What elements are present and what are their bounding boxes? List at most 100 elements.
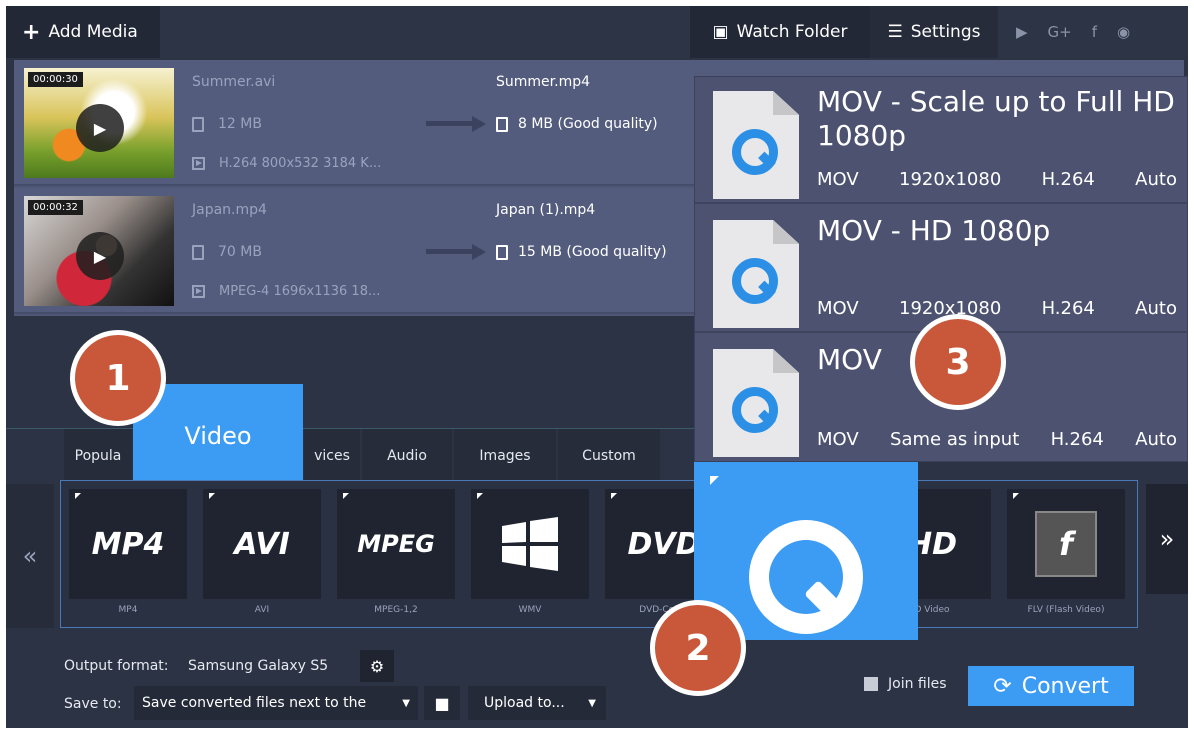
preset-spec: H.264: [1041, 298, 1095, 319]
corner-mark: [477, 493, 483, 499]
preset-spec: 1920x1080: [899, 169, 1002, 190]
file-name: Summer.avi: [192, 74, 276, 90]
format-mp4[interactable]: MP4: [69, 489, 187, 599]
play-icon[interactable]: ▶: [76, 232, 124, 280]
tab-audio[interactable]: Audio: [362, 429, 454, 483]
file-codec: H.264 800x532 3184 K...: [192, 156, 381, 171]
google-plus-icon[interactable]: G+: [1048, 23, 1072, 41]
upload-to-label: Upload to...: [484, 695, 565, 711]
watch-folder-label: Watch Folder: [736, 22, 848, 42]
watch-folder-button[interactable]: ▣ Watch Folder: [690, 6, 870, 58]
quicktime-icon: [732, 129, 778, 175]
tab-devices[interactable]: vices: [304, 429, 362, 483]
chevron-down-icon: ▼: [402, 697, 410, 709]
gear-icon[interactable]: ⚙: [360, 650, 394, 682]
settings-button[interactable]: ☰ Settings: [870, 6, 998, 58]
refresh-icon: ⟳: [993, 673, 1012, 699]
preset-spec: MOV: [817, 298, 859, 319]
format-label: MPEG-1,2: [374, 605, 418, 615]
corner-mark: [1013, 493, 1019, 499]
tab-devices-label: vices: [314, 448, 350, 464]
add-media-button[interactable]: + Add Media: [6, 6, 160, 58]
preset-spec: Same as input: [890, 429, 1020, 450]
corner-mark: [209, 493, 215, 499]
preset-spec: Auto: [1135, 298, 1177, 319]
top-toolbar: + Add Media ▣ Watch Folder ☰ Settings ▶ …: [6, 6, 1188, 58]
tab-images-label: Images: [479, 448, 531, 464]
facebook-icon[interactable]: f: [1092, 23, 1097, 41]
step-marker-1: 1: [70, 330, 166, 426]
play-icon[interactable]: ▶: [76, 104, 124, 152]
preset-item[interactable]: MOV - HD 1080p MOV 1920x1080 H.264 Auto: [695, 206, 1188, 333]
file-codec-value: H.264 800x532 3184 K...: [219, 156, 382, 171]
file-size: 12 MB: [192, 116, 262, 132]
file-size-value: 70 MB: [218, 244, 262, 260]
step-marker-2: 2: [650, 600, 746, 696]
youtube-icon[interactable]: ▶: [1016, 23, 1028, 41]
file-icon: [496, 116, 508, 132]
preset-specs: MOV Same as input H.264 Auto: [817, 429, 1177, 450]
join-files[interactable]: Join files: [864, 676, 947, 692]
video-thumbnail[interactable]: 00:00:30 ▶: [24, 68, 174, 178]
file-icon: [192, 116, 204, 132]
prev-formats-button[interactable]: «: [6, 484, 54, 628]
quicktime-icon: [732, 387, 778, 433]
preset-spec: MOV: [817, 169, 859, 190]
menu-icon: ☰: [887, 22, 903, 42]
format-label: AVI: [254, 605, 270, 615]
file-size: 70 MB: [192, 244, 262, 260]
save-location-value: Save converted files next to the: [142, 695, 367, 711]
format-logo: MPEG: [357, 530, 435, 558]
corner-mark: [343, 493, 349, 499]
film-icon: [192, 157, 205, 170]
file-icon: [192, 244, 204, 260]
output-size-value: 8 MB (Good quality): [518, 116, 658, 132]
settings-label: Settings: [910, 22, 981, 42]
video-thumbnail[interactable]: 00:00:32 ▶: [24, 196, 174, 306]
preset-spec: H.264: [1050, 429, 1104, 450]
format-label: FLV (Flash Video): [1027, 605, 1105, 615]
upload-to-select[interactable]: Upload to... ▼: [468, 686, 606, 720]
preset-spec: H.264: [1041, 169, 1095, 190]
corner-mark: [611, 493, 617, 499]
format-wmv[interactable]: [471, 489, 589, 599]
file-icon: [496, 244, 508, 260]
save-location-select[interactable]: Save converted files next to the ▼: [134, 686, 418, 720]
output-format-value[interactable]: Samsung Galaxy S5: [188, 658, 328, 674]
tab-popular[interactable]: Popula: [64, 429, 134, 483]
file-name: Japan.mp4: [192, 202, 267, 218]
file-size-value: 12 MB: [218, 116, 262, 132]
corner-mark: [75, 493, 81, 499]
join-files-checkbox[interactable]: [864, 677, 878, 691]
arrow-icon: [426, 244, 486, 260]
tab-popular-label: Popula: [74, 448, 122, 464]
output-size-value: 15 MB (Good quality): [518, 244, 667, 260]
format-avi[interactable]: AVI: [203, 489, 321, 599]
preset-item[interactable]: MOV - Scale up to Full HD 1080p MOV 1920…: [695, 77, 1188, 204]
join-files-label: Join files: [888, 676, 947, 692]
preset-spec: Auto: [1135, 429, 1177, 450]
camera-icon: ▣: [712, 22, 729, 42]
plus-icon: +: [22, 19, 41, 45]
folder-icon[interactable]: ■: [424, 686, 460, 720]
tab-custom[interactable]: Custom: [558, 429, 662, 483]
format-label: MP4: [118, 605, 138, 615]
corner-mark: [710, 476, 719, 485]
preset-specs: MOV 1920x1080 H.264 Auto: [817, 169, 1177, 190]
film-icon: [192, 285, 205, 298]
file-codec: MPEG-4 1696x1136 18...: [192, 284, 380, 299]
convert-label: Convert: [1021, 673, 1109, 699]
arrow-icon: [426, 116, 486, 132]
next-formats-button[interactable]: »: [1146, 484, 1188, 594]
output-name: Summer.mp4: [496, 74, 591, 90]
preset-spec: Auto: [1135, 169, 1177, 190]
output-format-label: Output format:: [64, 658, 169, 674]
vk-icon[interactable]: ◉: [1117, 23, 1130, 41]
duration-badge: 00:00:30: [28, 72, 83, 87]
format-flv[interactable]: f: [1007, 489, 1125, 599]
format-mpeg[interactable]: MPEG: [337, 489, 455, 599]
tab-images[interactable]: Images: [454, 429, 558, 483]
convert-button[interactable]: ⟳ Convert: [968, 666, 1134, 706]
preset-spec: MOV: [817, 429, 859, 450]
format-logo: AVI: [234, 526, 290, 562]
